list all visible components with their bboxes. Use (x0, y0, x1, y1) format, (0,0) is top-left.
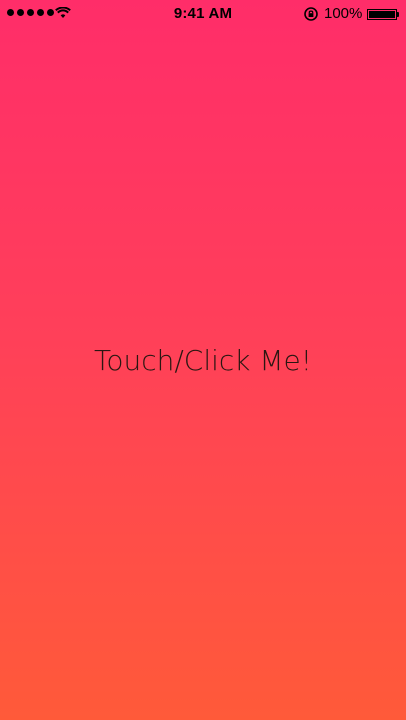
battery-icon (367, 9, 397, 20)
status-bar: 9:41 AM 100% (0, 0, 406, 28)
battery-cap-icon (397, 12, 399, 17)
battery-fill (369, 11, 395, 18)
touch-click-button[interactable]: Touch/Click Me! (0, 344, 406, 377)
battery-percentage: 100% (324, 5, 363, 22)
orientation-lock-icon (304, 7, 318, 21)
app-screen: 9:41 AM 100% Touch/Click Me! (0, 0, 406, 720)
